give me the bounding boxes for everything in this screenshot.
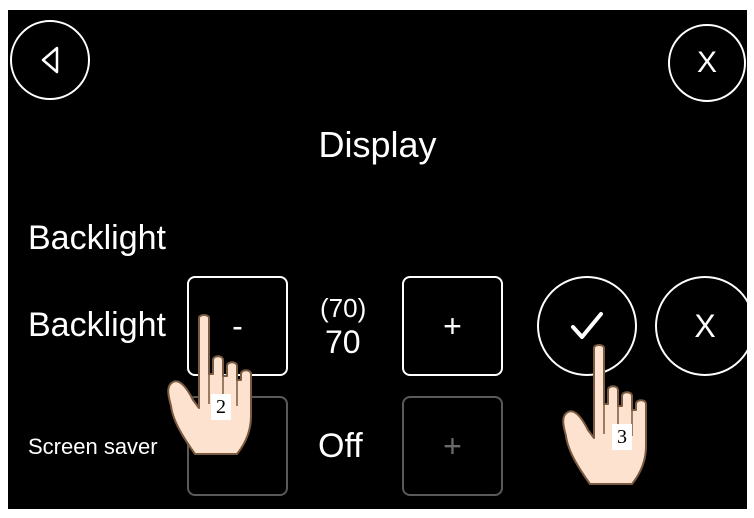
checkmark-icon bbox=[571, 312, 603, 339]
backlight-current-value: 70 bbox=[325, 324, 361, 360]
backlight-saved-value: (70) bbox=[320, 293, 367, 323]
cancel-button[interactable]: X bbox=[655, 276, 747, 376]
plus-label: + bbox=[443, 307, 462, 344]
close-label: X bbox=[696, 46, 717, 79]
step-number-badge: 3 bbox=[612, 424, 632, 450]
step-number-badge: 2 bbox=[211, 394, 231, 420]
backlight-label: Backlight bbox=[28, 306, 166, 344]
back-button[interactable] bbox=[10, 20, 90, 100]
screensaver-increase-button[interactable]: + bbox=[402, 396, 503, 496]
display-settings-screen: X Display Backlight Backlight - (70) 70 … bbox=[8, 10, 747, 509]
plus-label: + bbox=[443, 427, 462, 464]
screensaver-label: Screen saver bbox=[28, 434, 158, 459]
pointing-hand-icon bbox=[562, 344, 647, 485]
close-button[interactable]: X bbox=[668, 24, 746, 102]
cancel-label: X bbox=[694, 307, 716, 344]
pointing-hand-icon bbox=[167, 314, 252, 455]
screensaver-value: Off bbox=[318, 427, 363, 465]
page-title: Display bbox=[318, 124, 437, 165]
backlight-increase-button[interactable]: + bbox=[402, 276, 503, 376]
section-heading: Backlight bbox=[28, 219, 166, 257]
back-triangle-icon bbox=[41, 46, 59, 74]
